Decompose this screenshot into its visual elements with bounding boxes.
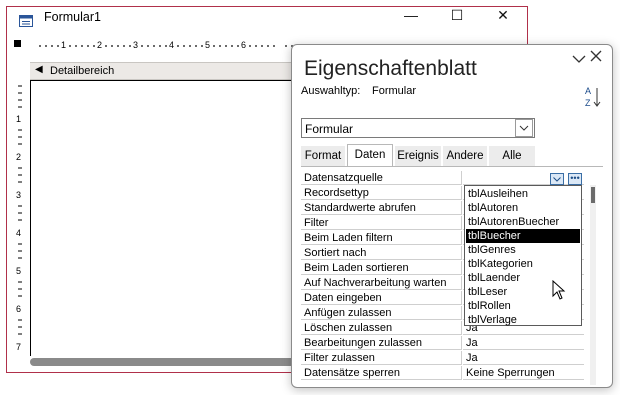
dropdown-item[interactable]: tblAutorenBuecher (466, 215, 580, 229)
mouse-pointer-icon (552, 279, 566, 300)
tab-daten[interactable]: Daten (347, 144, 393, 166)
ruler-v-num: 7 (16, 342, 22, 352)
ruler-h-num: 5 (205, 40, 211, 50)
form-window-title: Formular1 (44, 10, 101, 24)
ruler-h-num: 6 (241, 40, 247, 50)
property-row[interactable]: Bearbeitungen zulassen Ja (301, 336, 587, 351)
dropdown-item-selected[interactable]: tblBuecher (466, 229, 580, 243)
tab-andere[interactable]: Andere (443, 146, 487, 166)
object-selector-combo[interactable]: Formular (301, 118, 535, 138)
property-name: Daten eingeben (301, 291, 462, 305)
maximize-button[interactable]: ☐ (434, 0, 480, 30)
property-name: Sortiert nach (301, 246, 462, 260)
object-selector-value: Formular (305, 122, 354, 136)
svg-text:A: A (585, 86, 591, 96)
ruler-v-num: 4 (16, 228, 22, 238)
chevron-down-icon[interactable] (572, 51, 586, 67)
ruler-h-num: 2 (97, 40, 103, 50)
property-value[interactable]: Ja (463, 351, 584, 365)
tab-alle[interactable]: Alle (489, 146, 535, 166)
property-value[interactable]: Ja (463, 336, 584, 350)
property-name: Beim Laden sortieren (301, 261, 462, 275)
dropdown-item[interactable]: tblAusleihen (466, 187, 580, 201)
minimize-button[interactable]: — (388, 0, 434, 30)
horizontal-scrollbar[interactable] (30, 358, 300, 366)
sort-az-icon[interactable]: AZ (584, 85, 602, 109)
property-value[interactable] (463, 171, 584, 185)
property-scrollbar[interactable] (590, 185, 596, 385)
chevron-down-icon[interactable] (550, 173, 564, 185)
property-row[interactable]: Datensatzquelle (301, 171, 587, 186)
property-row[interactable]: Filter zulassen Ja (301, 351, 587, 366)
section-collapse-icon[interactable]: ◀ (35, 64, 43, 75)
svg-text:Z: Z (585, 98, 591, 108)
tab-ereignis[interactable]: Ereignis (395, 146, 441, 166)
tab-format[interactable]: Format (301, 146, 345, 166)
property-name: Datensätze sperren (301, 366, 462, 380)
property-name: Anfügen zulassen (301, 306, 462, 320)
record-source-dropdown[interactable]: tblAusleihen tblAutoren tblAutorenBueche… (464, 185, 582, 326)
property-name: Recordsettyp (301, 186, 462, 200)
property-name: Bearbeitungen zulassen (301, 336, 462, 350)
property-name: Standardwerte abrufen (301, 201, 462, 215)
dropdown-item[interactable]: tblVerlage (466, 313, 580, 327)
property-name: Filter (301, 216, 462, 230)
property-name: Löschen zulassen (301, 321, 462, 335)
dropdown-item[interactable]: tblGenres (466, 243, 580, 257)
property-name: Auf Nachverarbeitung warten (301, 276, 462, 290)
ruler-v-num: 2 (16, 152, 22, 162)
dropdown-item[interactable]: tblKategorien (466, 257, 580, 271)
selection-type-value: Formular (372, 85, 417, 97)
ruler-h-num: 4 (169, 40, 175, 50)
property-value[interactable]: Keine Sperrungen (463, 366, 584, 380)
ruler-v-num: 5 (16, 266, 22, 276)
property-row[interactable]: Datensätze sperren Keine Sperrungen (301, 366, 587, 381)
dropdown-item[interactable]: tblAutoren (466, 201, 580, 215)
property-sheet: Eigenschaftenblatt Auswahltyp: Formular … (291, 44, 613, 388)
close-icon[interactable] (590, 49, 602, 66)
property-name: Beim Laden filtern (301, 231, 462, 245)
form-icon (19, 15, 33, 27)
ruler-v-num: 6 (16, 304, 22, 314)
property-name: Filter zulassen (301, 351, 462, 365)
close-button[interactable]: ✕ (480, 0, 526, 30)
chevron-down-icon[interactable] (515, 119, 533, 137)
detail-section-label: Detailbereich (50, 65, 115, 77)
scrollbar-thumb[interactable] (591, 187, 595, 203)
property-sheet-title: Eigenschaftenblatt (304, 57, 477, 80)
ruler-v-num: 1 (16, 114, 22, 124)
ruler-h-num: 1 (61, 40, 67, 50)
builder-ellipsis-button[interactable]: ••• (568, 173, 582, 185)
dropdown-item[interactable]: tblRollen (466, 299, 580, 313)
property-name: Datensatzquelle (301, 171, 462, 185)
ruler-v-num: 3 (16, 190, 22, 200)
tab-divider (301, 166, 603, 167)
vertical-ruler: 1 2 3 4 5 6 7 (10, 60, 26, 360)
selection-type-label: Auswahltyp: (301, 85, 361, 97)
ruler-h-num: 3 (133, 40, 139, 50)
ruler-corner-select[interactable] (14, 40, 21, 47)
